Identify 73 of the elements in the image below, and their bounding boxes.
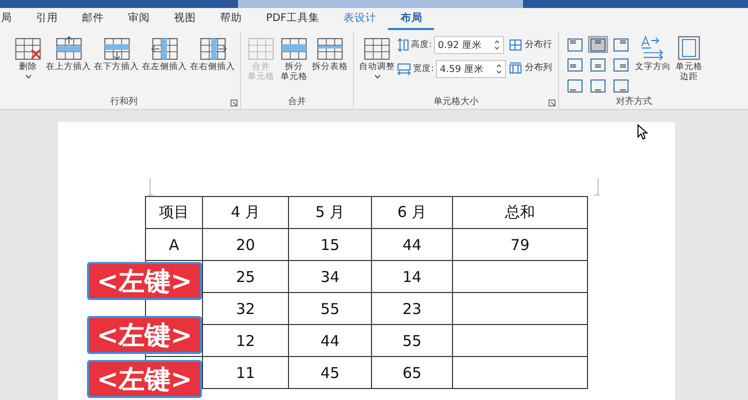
table-cell: 15 bbox=[288, 228, 372, 260]
insert-button[interactable]: 在右侧插入 bbox=[189, 32, 236, 95]
table-cell: 65 bbox=[372, 356, 452, 388]
table-cell: A bbox=[146, 228, 202, 260]
ribbon-tab[interactable]: 引用 bbox=[24, 8, 70, 30]
table-cell: 34 bbox=[288, 260, 372, 292]
height-spinner[interactable]: 0.92 厘米 bbox=[434, 36, 504, 54]
dialog-launcher-icon[interactable] bbox=[230, 99, 238, 107]
insert-button[interactable]: 在下方插入 bbox=[93, 32, 140, 95]
merge-button[interactable]: 拆分表格 bbox=[311, 32, 349, 95]
dialog-launcher-icon[interactable] bbox=[548, 99, 556, 107]
height-label: 高度: bbox=[411, 39, 432, 51]
caret-icon bbox=[24, 74, 32, 80]
table-cell: 55 bbox=[288, 292, 372, 324]
ribbon-tab[interactable]: 邮件 bbox=[70, 8, 116, 30]
column-header: 总和 bbox=[452, 196, 588, 228]
distribute-columns-icon bbox=[508, 62, 522, 74]
column-header: 项目 bbox=[146, 196, 202, 228]
group-label: 单元格大小 bbox=[433, 96, 478, 109]
table-cell: 55 bbox=[372, 324, 452, 356]
key-press-overlay: <左键> bbox=[87, 316, 202, 354]
cell-margins-button[interactable]: 单元格 边距 bbox=[672, 32, 705, 95]
column-header: 5 月 bbox=[288, 196, 372, 228]
group-label: 对齐方式 bbox=[616, 96, 652, 109]
table-cell: 44 bbox=[372, 228, 452, 260]
text-direction-button[interactable]: 文字方向 bbox=[634, 32, 672, 95]
row-height-icon bbox=[397, 38, 409, 52]
ribbon-tab[interactable]: 视图 bbox=[162, 8, 208, 30]
width-label: 宽度: bbox=[413, 63, 434, 75]
autofit-button[interactable]: 自动调整 bbox=[358, 32, 396, 95]
distribute-columns-button[interactable]: 分布列 bbox=[506, 59, 554, 76]
align-button[interactable] bbox=[588, 36, 608, 53]
column-header: 4 月 bbox=[202, 196, 288, 228]
align-button[interactable] bbox=[610, 77, 631, 94]
align-button[interactable] bbox=[610, 56, 631, 74]
delete-button[interactable]: 删除 bbox=[12, 32, 44, 95]
align-button[interactable] bbox=[564, 77, 585, 94]
table-cell: 23 bbox=[372, 292, 452, 324]
group-label: 合并 bbox=[288, 96, 306, 109]
spinner-arrows-icon[interactable] bbox=[496, 63, 502, 75]
insert-button[interactable]: 在上方插入 bbox=[45, 32, 92, 95]
insert-table-icon bbox=[54, 34, 84, 62]
column-width-icon bbox=[397, 63, 411, 75]
spinner-arrows-icon[interactable] bbox=[494, 39, 500, 51]
group-label: 行和列 bbox=[110, 96, 138, 109]
insert-button[interactable]: 在左侧插入 bbox=[141, 32, 188, 95]
table-cell: 44 bbox=[288, 324, 372, 356]
margin-corner-mark bbox=[148, 178, 154, 197]
key-press-overlay: <左键> bbox=[87, 360, 202, 398]
align-button[interactable] bbox=[588, 56, 608, 74]
ribbon-tab[interactable]: 表设计 bbox=[331, 8, 388, 30]
column-header: 6 月 bbox=[372, 196, 452, 228]
margin-corner-mark bbox=[594, 178, 600, 197]
key-press-overlay: <左键> bbox=[87, 262, 202, 300]
table-cell: 45 bbox=[288, 356, 372, 388]
table-cell: 14 bbox=[372, 260, 452, 292]
align-button[interactable] bbox=[610, 36, 631, 53]
distribute-rows-icon bbox=[508, 38, 522, 50]
ribbon-tab[interactable]: 帮助 bbox=[208, 8, 254, 30]
align-button[interactable] bbox=[564, 56, 585, 74]
caret-icon bbox=[374, 74, 380, 80]
ribbon-tab[interactable]: 局 bbox=[0, 8, 24, 30]
ribbon-tab[interactable]: 审阅 bbox=[116, 8, 162, 30]
table-cell: 32 bbox=[202, 292, 288, 324]
table-cell: 20 bbox=[202, 228, 288, 260]
merge-button[interactable]: 拆分 单元格 bbox=[278, 32, 310, 95]
table-cell: 11 bbox=[202, 356, 288, 388]
align-button[interactable] bbox=[564, 36, 585, 53]
width-spinner[interactable]: 4.59 厘米 bbox=[436, 60, 506, 78]
ribbon-tab[interactable]: PDF工具集 bbox=[254, 8, 332, 30]
align-button[interactable] bbox=[588, 77, 608, 94]
table-cell: 79 bbox=[452, 228, 588, 260]
distribute-rows-button[interactable]: 分布行 bbox=[506, 36, 554, 53]
